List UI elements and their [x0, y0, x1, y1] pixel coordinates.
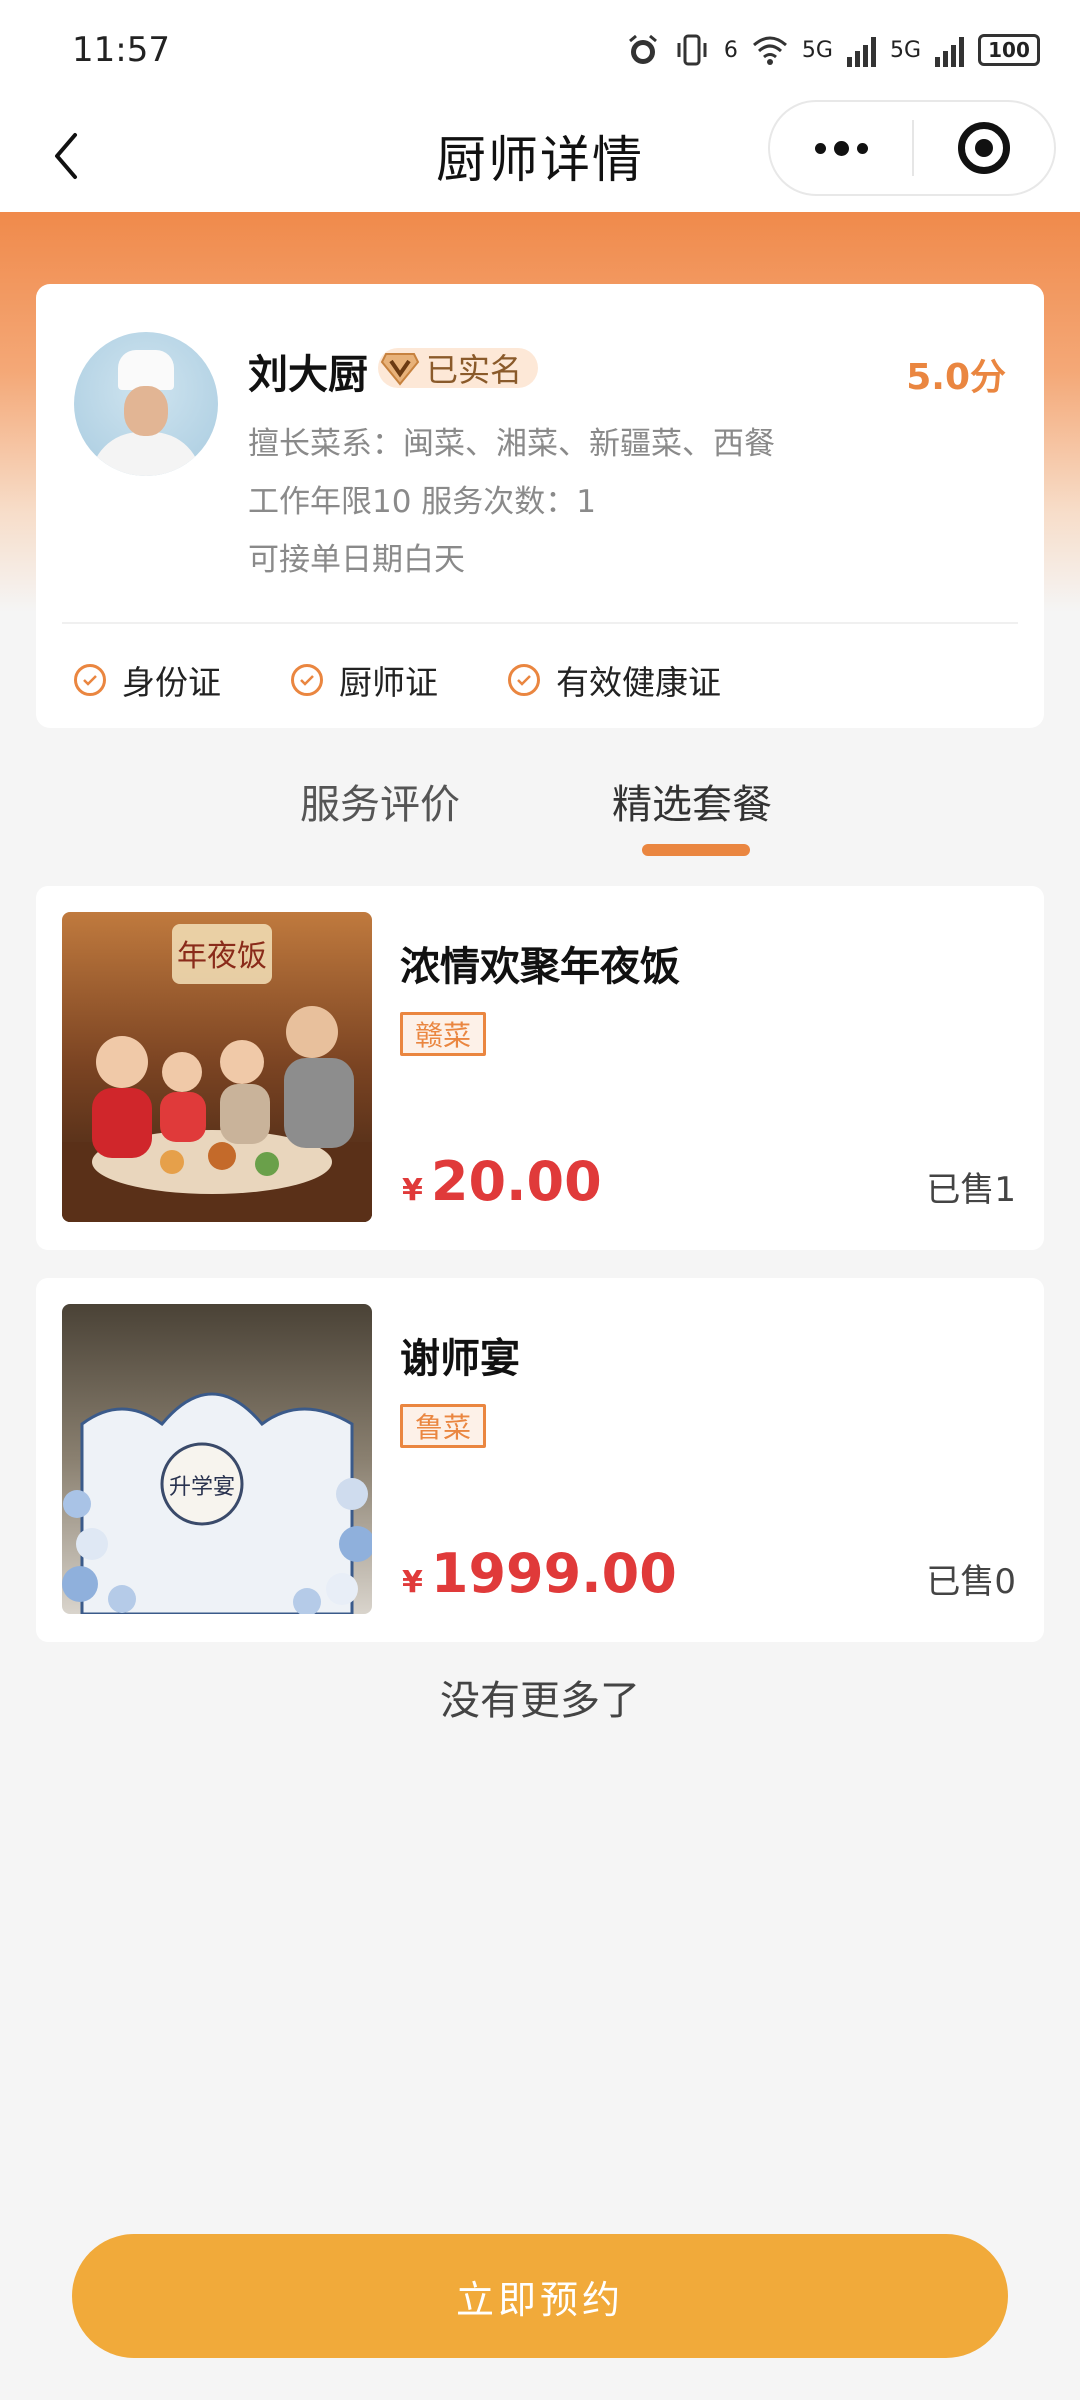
check-circle-icon — [291, 664, 323, 696]
card-divider — [62, 622, 1018, 624]
network-label: 6 — [723, 37, 738, 63]
more-dots-icon — [856, 142, 868, 154]
chef-availability: 可接单日期白天 — [248, 542, 465, 578]
price-amount: 1999.00 — [430, 1542, 677, 1605]
check-circle-icon — [74, 664, 106, 696]
chef-score: 5.0分 — [906, 357, 1006, 398]
verified-badge: 已实名 — [378, 346, 539, 390]
tab-featured-packages[interactable]: 精选套餐 — [612, 772, 772, 830]
alarm-icon — [628, 34, 657, 64]
certificate-item: 身份证 — [74, 656, 221, 704]
package-card[interactable]: 年夜饭 浓情欢聚年夜饭 赣菜 ¥20.00 已售1 — [36, 886, 1044, 1250]
battery-icon: 100 — [978, 34, 1040, 66]
avatar — [74, 332, 218, 476]
page-title: 厨师详情 — [436, 131, 644, 189]
package-price: ¥20.00 — [402, 1150, 602, 1213]
target-icon — [958, 122, 1010, 174]
certificate-item: 有效健康证 — [508, 656, 721, 704]
certificate-label: 身份证 — [122, 663, 221, 702]
tab-bar: 服务评价 精选套餐 — [0, 772, 1080, 862]
chef-card: 刘大厨 已实名 5.0分 擅长菜系：闽菜、湘菜、新疆菜、西餐 工作年限10 服务… — [36, 284, 1044, 728]
chef-cuisines: 擅长菜系：闽菜、湘菜、新疆菜、西餐 — [248, 426, 775, 462]
vibrate-icon — [677, 34, 707, 66]
package-image: 年夜饭 — [62, 912, 372, 1222]
signal-icon — [846, 33, 876, 67]
cuisine-tag: 赣菜 — [400, 1012, 487, 1056]
status-time: 11:57 — [72, 30, 170, 70]
battery-level: 100 — [988, 38, 1030, 62]
book-now-button[interactable]: 立即预约 — [72, 2234, 1008, 2358]
verified-label: 已实名 — [426, 351, 523, 389]
close-miniprogram-button[interactable] — [914, 102, 1054, 194]
wifi-icon — [752, 36, 787, 65]
package-image: 升学宴 — [62, 1304, 372, 1614]
chef-experience: 工作年限10 服务次数：1 — [248, 484, 597, 520]
network-5g-label: 5G — [801, 37, 833, 63]
more-dots-icon — [814, 142, 826, 154]
more-dots-icon — [833, 140, 849, 156]
back-button[interactable] — [36, 126, 96, 186]
status-bar: 11:57 6 5G 5G 100 — [0, 0, 1080, 100]
package-card[interactable]: 升学宴 谢师宴 鲁菜 ¥1999.00 已售0 — [36, 1278, 1044, 1642]
sold-count: 已售1 — [926, 1170, 1016, 1210]
check-circle-icon — [508, 664, 540, 696]
vip-diamond-icon — [378, 346, 422, 390]
sold-count: 已售0 — [926, 1562, 1016, 1602]
chef-name: 刘大厨 — [248, 352, 368, 398]
package-image-caption: 年夜饭 — [177, 939, 267, 974]
package-image-caption: 升学宴 — [169, 1475, 235, 1500]
package-title: 谢师宴 — [400, 1336, 520, 1382]
signal-icon — [935, 33, 964, 67]
nav-bar: 厨师详情 — [0, 100, 1080, 212]
tab-service-reviews[interactable]: 服务评价 — [300, 772, 460, 830]
certificate-label: 厨师证 — [339, 663, 438, 702]
certificate-label: 有效健康证 — [556, 663, 721, 702]
package-title: 浓情欢聚年夜饭 — [400, 944, 680, 990]
more-button[interactable] — [770, 102, 912, 194]
currency-symbol: ¥ — [402, 1565, 423, 1600]
end-of-list-text: 没有更多了 — [440, 1678, 640, 1724]
active-tab-indicator — [642, 844, 750, 856]
price-amount: 20.00 — [430, 1150, 602, 1213]
network-5g-label: 5G — [889, 37, 921, 63]
miniprogram-capsule — [768, 100, 1056, 196]
certificate-item: 厨师证 — [291, 656, 438, 704]
currency-symbol: ¥ — [402, 1173, 423, 1208]
cuisine-tag: 鲁菜 — [400, 1404, 487, 1448]
package-price: ¥1999.00 — [402, 1542, 677, 1605]
chevron-left-icon — [55, 133, 77, 179]
status-icons: 6 5G 5G 100 — [626, 33, 1040, 67]
certificate-list: 身份证 厨师证 有效健康证 — [74, 656, 791, 704]
